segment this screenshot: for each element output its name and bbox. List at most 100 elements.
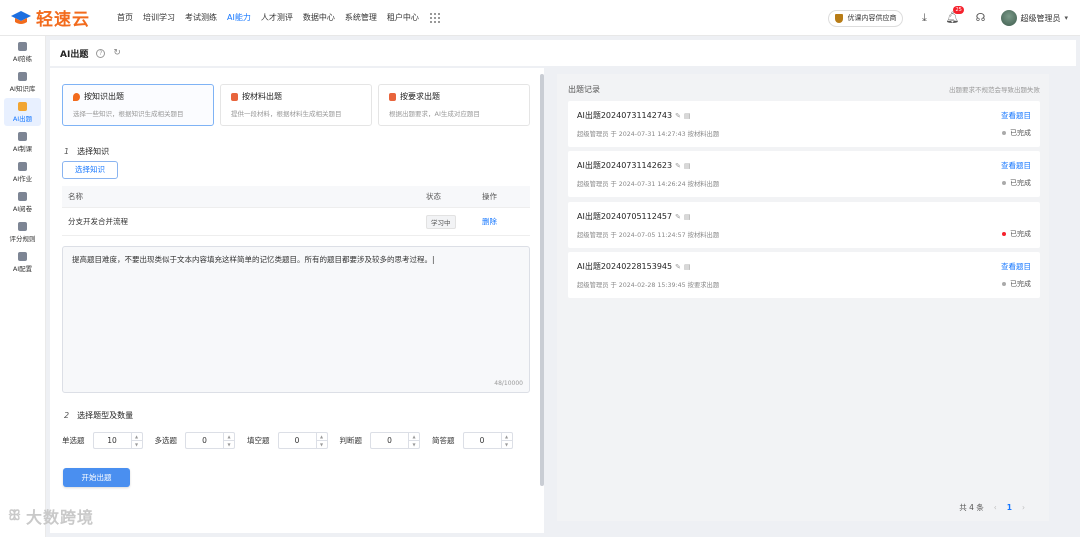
nav-training[interactable]: 培训学习 — [138, 0, 180, 36]
sidebar-item-ai-course[interactable]: AI制课 — [4, 128, 41, 156]
record-meta: 超级管理员 于 2024-02-28 15:39:45 按要求出题 — [577, 282, 720, 289]
record-status: 已完成 — [1002, 229, 1031, 239]
chevron-down-icon[interactable]: ▼ — [501, 440, 512, 448]
user-icon — [18, 71, 27, 81]
status-text: 已完成 — [1010, 230, 1031, 238]
user-menu[interactable]: 超级管理员 ▾ — [1001, 10, 1068, 26]
stepper-value[interactable]: 0 — [464, 433, 501, 448]
chevron-down-icon[interactable]: ▼ — [224, 440, 234, 448]
view-questions-link[interactable]: 查看题目 — [1001, 110, 1031, 121]
document-icon[interactable]: ▤ — [684, 162, 691, 170]
watermark-logo-icon: ꕥ — [8, 508, 22, 524]
sidebar-item-ai-config[interactable]: AI配置 — [4, 248, 41, 276]
chevron-down-icon[interactable]: ▼ — [409, 440, 419, 448]
sidebar-item-label: AI出题 — [12, 114, 33, 123]
refresh-icon[interactable]: ↻ — [113, 48, 121, 58]
type-label: 多选题 — [154, 436, 178, 445]
top-bar: 轻速云 首页 培训学习 考试测练 AI能力 人才测评 数据中心 系统管理 租户中… — [0, 0, 1080, 36]
nav-tenant[interactable]: 租户中心 — [382, 0, 424, 36]
main-nav: 首页 培训学习 考试测练 AI能力 人才测评 数据中心 系统管理 租户中心 — [112, 0, 440, 36]
watermark-text: 大数跨境 — [26, 508, 95, 527]
sidebar-item-ai-grading[interactable]: AI阅卷 — [4, 188, 41, 216]
sidebar-item-ai-question[interactable]: AI出题 — [4, 98, 41, 126]
nav-exam[interactable]: 考试测练 — [180, 0, 222, 36]
mode-by-requirement[interactable]: 按要求出题 根据出题要求，AI生成对应题目 — [378, 84, 530, 126]
sidebar-item-label: AI作业 — [12, 174, 33, 183]
record-status: 已完成 — [1002, 128, 1031, 138]
location-pin-icon — [73, 92, 80, 101]
requirement-textarea[interactable]: 提高题目难度，不要出现类似于文本内容填充这样简单的记忆类题目。所有的题目都要涉及… — [62, 246, 530, 393]
document-icon[interactable]: ▤ — [684, 112, 691, 120]
nav-system[interactable]: 系统管理 — [340, 0, 382, 36]
nav-talent[interactable]: 人才测评 — [256, 0, 298, 36]
sidebar-item-ai-practice[interactable]: AI陪练 — [4, 38, 41, 66]
brand-logo[interactable]: 轻速云 — [0, 5, 112, 30]
chevron-up-icon[interactable]: ▲ — [317, 433, 327, 440]
view-questions-link[interactable]: 查看题目 — [1001, 261, 1031, 272]
chevron-left-icon[interactable]: ‹ — [994, 503, 997, 512]
nav-home[interactable]: 首页 — [112, 0, 138, 36]
shield-icon — [835, 13, 844, 23]
edit-icon[interactable]: ✎ — [675, 112, 681, 120]
view-questions-link[interactable]: 查看题目 — [1001, 160, 1031, 171]
single-choice-stepper[interactable]: 10 ▲ ▼ — [92, 432, 143, 449]
step-number: 2 — [64, 411, 70, 420]
chevron-up-icon[interactable]: ▲ — [224, 433, 234, 440]
delete-link[interactable]: 删除 — [482, 216, 530, 227]
help-icon[interactable]: ? — [96, 48, 106, 58]
nav-data[interactable]: 数据中心 — [298, 0, 340, 36]
quality-app-badge[interactable]: 优课内容供应商 — [828, 9, 904, 27]
start-generate-button[interactable]: 开始出题 — [63, 468, 130, 487]
sidebar-item-scoring-rules[interactable]: 评分规则 — [4, 218, 41, 246]
true-false-stepper[interactable]: 0 ▲ ▼ — [370, 432, 420, 449]
chevron-up-icon[interactable]: ▲ — [502, 433, 512, 440]
fill-blank-stepper[interactable]: 0 ▲ ▼ — [277, 432, 328, 449]
step-number: 1 — [64, 147, 70, 156]
requirement-text: 提高题目难度，不要出现类似于文本内容填充这样简单的记忆类题目。所有的题目都要涉及… — [72, 255, 432, 264]
sidebar: AI陪练 AI知识库 AI出题 AI制课 AI作业 AI阅卷 评分规则 AI配置 — [0, 36, 46, 537]
question-type-counts: 单选题 10 ▲ ▼ 多选题 0 ▲ ▼ 填空题 0 ▲ ▼ 判断题 0 ▲ ▼ 简答题 0 ▲ ▼ — [62, 432, 525, 449]
status-badge: 学习中 — [426, 214, 456, 229]
multi-choice-stepper[interactable]: 0 ▲ ▼ — [185, 432, 235, 449]
record-name: AI出题20240731142743 — [577, 111, 673, 120]
chevron-down-icon[interactable]: ▼ — [131, 440, 142, 448]
select-knowledge-button[interactable]: 选择知识 — [62, 161, 118, 179]
status-text: 已完成 — [1010, 179, 1031, 187]
sidebar-item-label: AI阅卷 — [12, 204, 33, 213]
column-action: 操作 — [482, 192, 497, 201]
sidebar-item-ai-homework[interactable]: AI作业 — [4, 158, 41, 186]
stepper-value[interactable]: 0 — [371, 433, 408, 448]
chevron-right-icon[interactable]: › — [1022, 503, 1025, 512]
edit-icon[interactable]: ✎ — [675, 263, 681, 271]
edit-icon[interactable]: ✎ — [675, 213, 681, 221]
chevron-up-icon[interactable]: ▲ — [132, 433, 142, 440]
apps-grid-icon[interactable] — [429, 12, 440, 23]
mode-desc: 选择一些知识，根据知识生成相关题目 — [73, 110, 184, 118]
nav-ai[interactable]: AI能力 — [222, 0, 256, 36]
scrollbar[interactable] — [540, 74, 544, 486]
notification-count: 25 — [953, 6, 964, 14]
document-icon[interactable]: ▤ — [684, 263, 691, 271]
records-title: 出题记录 — [568, 85, 600, 94]
mode-by-material[interactable]: 按材料出题 提供一段材料，根据材料生成相关题目 — [220, 84, 372, 126]
short-answer-stepper[interactable]: 0 ▲ ▼ — [462, 432, 513, 449]
chevron-down-icon[interactable]: ▼ — [316, 440, 327, 448]
type-label: 单选题 — [62, 436, 85, 445]
bell-icon[interactable]: 🔔︎ 25 — [945, 6, 964, 25]
headset-icon[interactable]: ☊ — [973, 11, 987, 25]
stepper-value[interactable]: 0 — [186, 433, 223, 448]
stepper-value[interactable]: 0 — [279, 433, 316, 448]
mode-by-knowledge[interactable]: 按知识出题 选择一些知识，根据知识生成相关题目 — [62, 84, 214, 126]
document-icon[interactable]: ▤ — [684, 213, 691, 221]
chevron-up-icon[interactable]: ▲ — [409, 433, 419, 440]
record-item: AI出题20240705112457 ✎ ▤ 超级管理员 于 2024-07-05 … — [568, 202, 1040, 248]
user-name: 超级管理员 — [1020, 13, 1061, 23]
sidebar-item-ai-knowledge[interactable]: AI知识库 — [4, 68, 41, 96]
type-label: 判断题 — [339, 436, 363, 445]
edit-icon[interactable]: ✎ — [675, 162, 681, 170]
download-icon[interactable]: ⤓ — [917, 11, 931, 25]
page-number[interactable]: 1 — [1007, 503, 1012, 512]
record-meta: 超级管理员 于 2024-07-31 14:26:24 按材料出题 — [577, 181, 720, 188]
stepper-value[interactable]: 10 — [94, 433, 131, 448]
status-text: 已完成 — [1010, 280, 1031, 288]
